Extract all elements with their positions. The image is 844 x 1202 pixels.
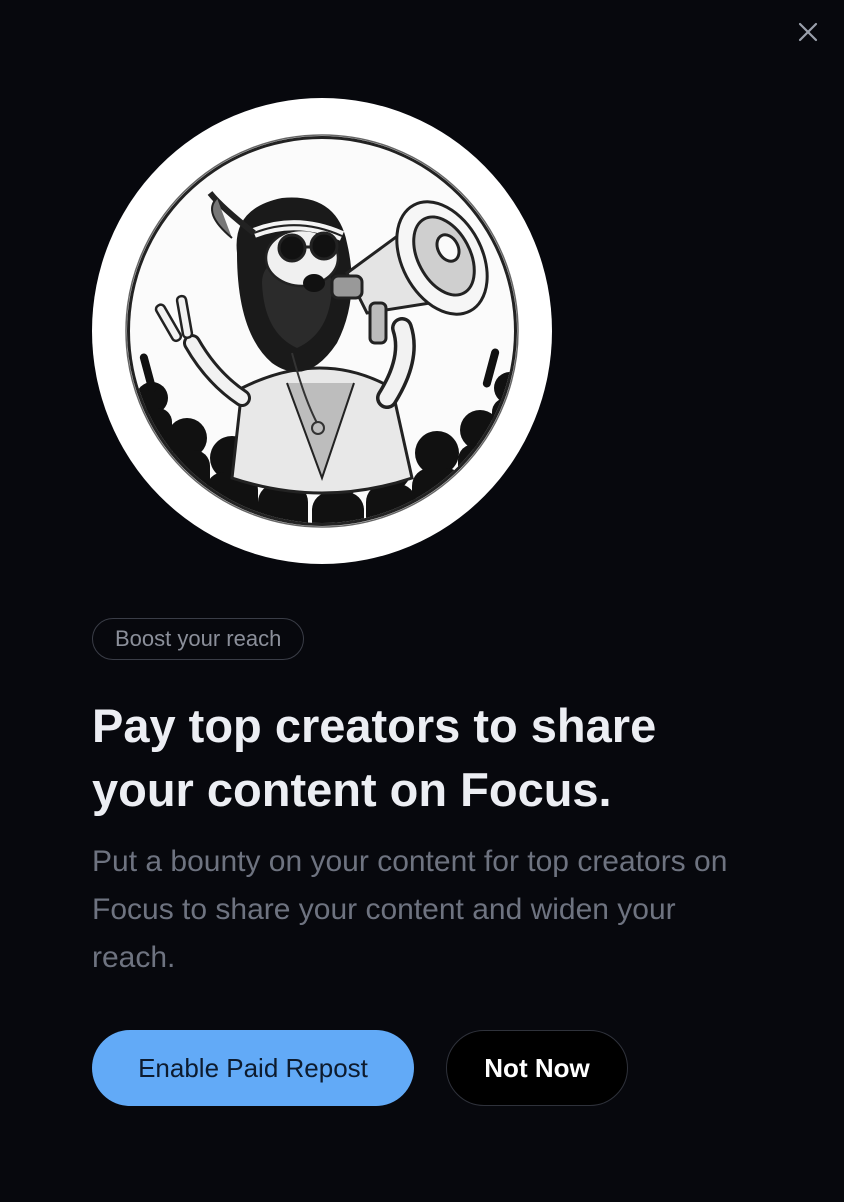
boost-your-reach-badge: Boost your reach xyxy=(92,618,305,660)
close-icon xyxy=(798,22,818,42)
paid-repost-modal: Boost your reach Pay top creators to sha… xyxy=(0,0,844,1202)
modal-headline: Pay top creators to share your content o… xyxy=(92,699,657,816)
megaphone-hippie-illustration xyxy=(92,98,552,564)
not-now-button[interactable]: Not Now xyxy=(446,1030,628,1106)
close-button[interactable] xyxy=(792,16,824,48)
enable-paid-repost-button[interactable]: Enable Paid Repost xyxy=(92,1030,414,1106)
modal-description: Put a bounty on your content for top cre… xyxy=(92,845,728,974)
